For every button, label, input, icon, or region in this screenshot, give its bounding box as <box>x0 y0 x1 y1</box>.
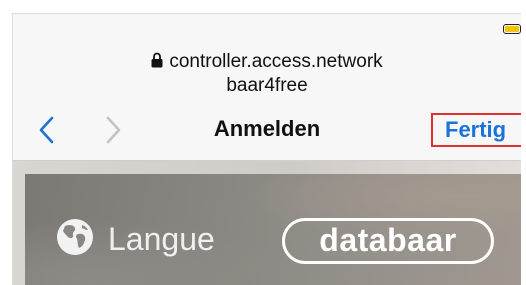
status-bar <box>13 14 521 42</box>
battery-level-fill <box>505 26 519 32</box>
lock-icon <box>151 52 163 68</box>
hero-image: Langue databaar <box>25 174 521 285</box>
site-name: baar4free <box>226 75 308 96</box>
url-bar[interactable]: controller.access.network <box>13 50 521 74</box>
done-button[interactable]: Fertig <box>431 113 521 147</box>
globe-icon <box>57 219 93 255</box>
battery-icon <box>503 24 521 34</box>
browser-screen: controller.access.network baar4free Anme… <box>12 13 521 285</box>
url-text: controller.access.network <box>169 51 383 72</box>
web-content: Langue databaar <box>13 161 521 285</box>
language-selector[interactable]: Langue <box>108 219 215 259</box>
brand-logo: databaar <box>282 218 494 264</box>
